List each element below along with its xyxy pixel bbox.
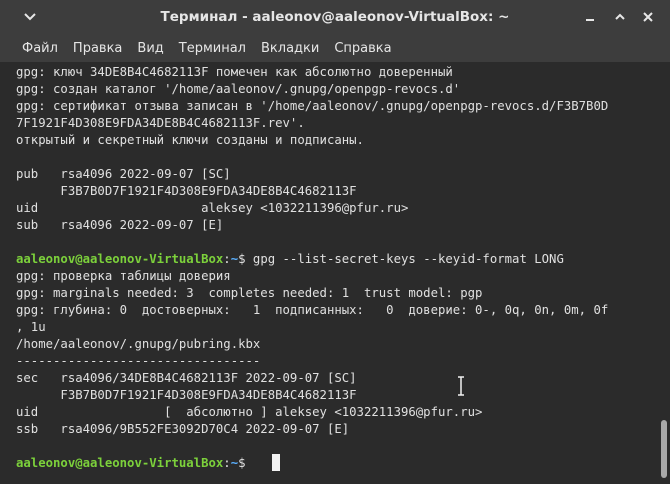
prompt-separator: : — [223, 252, 231, 266]
command-text: gpg --list-secret-keys --keyid-format LO… — [245, 252, 564, 266]
prompt-separator: : — [223, 456, 231, 470]
output-line: sub rsa4096 2022-09-07 [E] — [16, 218, 224, 232]
menu-help[interactable]: Справка — [334, 41, 391, 56]
menu-edit[interactable]: Правка — [73, 41, 122, 56]
output-line: , 1u — [16, 320, 46, 334]
prompt-user: aaleonov@aaleonov-VirtualBox — [16, 252, 224, 266]
output-line: F3B7B0D7F1921F4D308E9FDA34DE8B4C4682113F — [16, 388, 357, 402]
output-line: uid [ абсолютно ] aleksey <1032211396@pf… — [16, 405, 483, 419]
output-line: --------------------------------- — [16, 354, 261, 368]
current-prompt-line: aaleonov@aaleonov-VirtualBox:~$ — [16, 455, 253, 472]
window-title: Терминал - aaleonov@aaleonov-VirtualBox:… — [160, 9, 510, 25]
mouse-ibeam-icon — [456, 376, 466, 396]
output-line: открытый и секретный ключи созданы и под… — [16, 133, 364, 147]
title-bar[interactable]: Терминал - aaleonov@aaleonov-VirtualBox:… — [0, 0, 670, 34]
scrollbar-thumb[interactable] — [661, 420, 667, 478]
terminal-window: Терминал - aaleonov@aaleonov-VirtualBox:… — [0, 0, 670, 484]
prompt-symbol: $ — [238, 456, 253, 470]
menu-file[interactable]: Файл — [22, 41, 58, 56]
output-line: /home/aaleonov/.gnupg/pubring.kbx — [16, 337, 261, 351]
menu-view[interactable]: Вид — [137, 41, 163, 56]
output-line: gpg: сертификат отзыва записан в '/home/… — [16, 99, 609, 113]
prompt-path: ~ — [230, 456, 239, 470]
menu-tabs[interactable]: Вкладки — [261, 41, 319, 56]
output-line: gpg: глубина: 0 достоверных: 1 подписанн… — [16, 303, 609, 317]
text-cursor — [272, 454, 280, 471]
output-line: pub rsa4096 2022-09-07 [SC] — [16, 167, 231, 181]
output-line: ssb rsa4096/9B552FE3092D70C4 2022-09-07 … — [16, 422, 350, 436]
maximize-icon[interactable] — [610, 7, 630, 27]
vertical-scrollbar[interactable] — [658, 62, 670, 484]
minimize-icon[interactable] — [580, 7, 600, 27]
output-line: sec rsa4096/34DE8B4C4682113F 2022-09-07 … — [16, 371, 357, 385]
menu-bar: Файл Правка Вид Терминал Вкладки Справка — [0, 34, 670, 62]
output-line: F3B7B0D7F1921F4D308E9FDA34DE8B4C4682113F — [16, 184, 357, 198]
output-line: gpg: проверка таблицы доверия — [16, 269, 231, 283]
command-prompt-line: aaleonov@aaleonov-VirtualBox:~$ gpg --li… — [16, 251, 564, 268]
output-line: uid aleksey <1032211396@pfur.ru> — [16, 201, 409, 215]
close-icon[interactable] — [638, 7, 658, 27]
output-line: gpg: marginals needed: 3 completes neede… — [16, 286, 483, 300]
prompt-symbol: $ — [238, 252, 246, 266]
menu-terminal[interactable]: Терминал — [179, 41, 246, 56]
output-line: 7F1921F4D308E9FDA34DE8B4C4682113F.rev'. — [16, 116, 305, 130]
output-line: gpg: ключ 34DE8B4C4682113F помечен как а… — [16, 65, 453, 79]
prompt-user: aaleonov@aaleonov-VirtualBox — [16, 456, 224, 470]
prompt-path: ~ — [230, 252, 239, 266]
output-line: gpg: создан каталог '/home/aaleonov/.gnu… — [16, 82, 461, 96]
